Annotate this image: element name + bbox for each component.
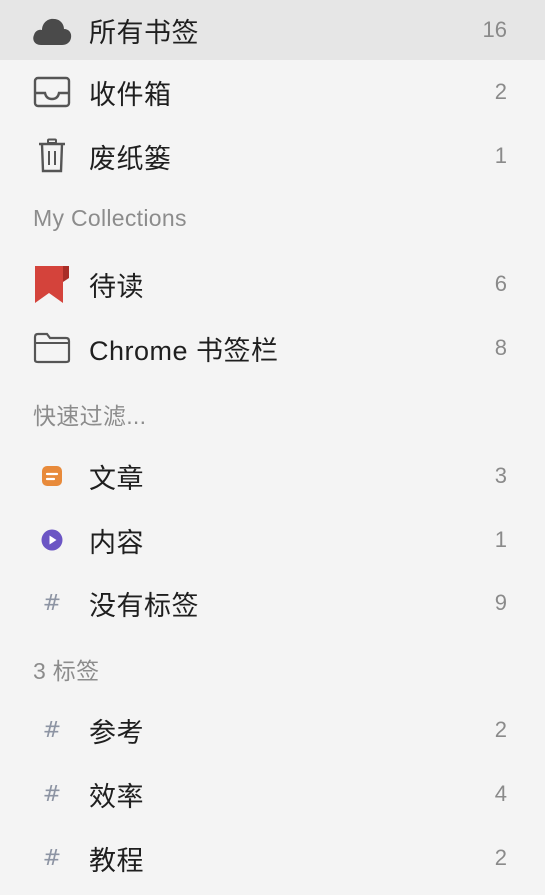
article-icon [30,454,74,498]
section-header-collections: My Collections [33,205,187,231]
sidebar-item-trash[interactable]: 废纸篓 1 [0,126,545,186]
item-count: 2 [494,845,507,870]
hash-icon: # [42,781,62,807]
sidebar-item-articles[interactable]: 文章 3 [0,446,545,506]
item-count: 9 [494,590,507,615]
item-count: 4 [494,781,507,806]
sidebar-item-label: Chrome 书签栏 [89,335,279,366]
section-header-tags: 3 标签 [33,658,100,684]
sidebar-item-label: 所有书签 [89,17,199,48]
sidebar-item-label: 文章 [89,463,144,494]
sidebar-item-label: 参考 [89,717,144,748]
item-count: 2 [494,79,507,104]
sidebar-item-untagged[interactable]: # 没有标签 9 [0,573,545,633]
sidebar-item-all-bookmarks[interactable]: 所有书签 16 [0,0,545,60]
hash-icon: # [42,717,62,743]
sidebar-item-content[interactable]: 内容 1 [0,510,545,570]
sidebar-item-label: 教程 [89,845,144,876]
sidebar-item-label: 待读 [89,271,144,302]
sidebar-item-tag-productivity[interactable]: # 效率 4 [0,764,545,824]
sidebar-item-label: 效率 [89,781,144,812]
item-count: 1 [494,143,507,168]
item-count: 1 [494,527,507,552]
play-icon [30,518,74,562]
sidebar-item-label: 内容 [89,527,144,558]
item-count: 16 [482,17,507,42]
inbox-icon [30,70,74,114]
item-count: 2 [494,717,507,742]
section-header-filters: 快速过滤... [33,403,147,429]
sidebar-item-read-later[interactable]: 待读 6 [0,254,545,314]
sidebar-item-tag-tutorial[interactable]: # 教程 2 [0,828,545,888]
sidebar-item-chrome-bookmarks[interactable]: Chrome 书签栏 8 [0,318,545,378]
bookmark-icon [30,262,74,306]
cloud-icon [30,8,74,52]
item-count: 6 [494,271,507,296]
item-count: 8 [494,335,507,360]
folder-icon [30,326,74,370]
sidebar-item-label: 收件箱 [89,79,172,110]
sidebar: 所有书签 16 收件箱 2 废纸篓 1 My Collections 待读 6 … [0,0,545,895]
sidebar-item-tag-reference[interactable]: # 参考 2 [0,700,545,760]
sidebar-item-inbox[interactable]: 收件箱 2 [0,62,545,122]
trash-icon [30,134,74,178]
hash-icon: # [42,590,62,616]
sidebar-item-label: 废纸篓 [89,143,172,174]
hash-icon: # [42,845,62,871]
sidebar-item-label: 没有标签 [89,590,199,621]
item-count: 3 [494,463,507,488]
